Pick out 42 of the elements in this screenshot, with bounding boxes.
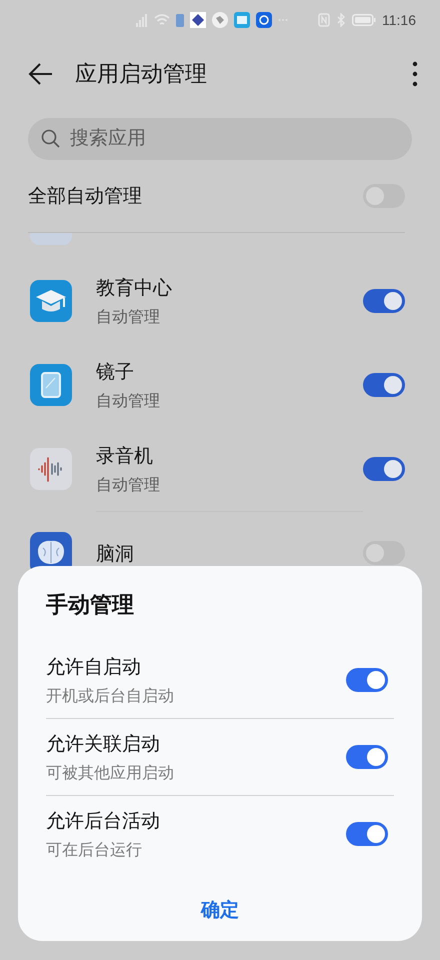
search-icon [40, 128, 62, 150]
app-mode: 自动管理 [96, 476, 161, 496]
mirror-icon [30, 364, 72, 406]
nfc-icon [318, 13, 330, 27]
toggle-switch[interactable] [363, 457, 405, 481]
option-description: 可在后台运行 [46, 840, 143, 860]
toggle-switch[interactable] [363, 373, 405, 397]
app-mode: 自动管理 [96, 392, 161, 412]
app-notification-icon [190, 12, 206, 28]
manage-all-label: 全部自动管理 [28, 185, 142, 209]
option-label: 允许关联启动 [46, 732, 161, 756]
search-field[interactable]: 搜索应用 [28, 118, 412, 160]
toggle-switch[interactable] [363, 289, 405, 313]
more-options-icon[interactable] [412, 61, 418, 87]
option-description: 可被其他应用启动 [46, 764, 175, 784]
app-name: 录音机 [96, 444, 154, 468]
option-description: 开机或后台自启动 [46, 686, 175, 706]
confirm-button[interactable]: 确定 [189, 893, 251, 927]
back-arrow-icon[interactable] [28, 61, 54, 87]
option-label: 允许自启动 [46, 656, 142, 680]
page-title: 应用启动管理 [75, 60, 208, 88]
toggle-switch[interactable] [346, 745, 388, 769]
signal-icon [136, 13, 148, 27]
sound-wave-icon [30, 448, 72, 490]
wifi-icon [154, 13, 170, 27]
dialog-title: 手动管理 [46, 591, 135, 619]
app-name: 镜子 [96, 360, 135, 384]
app-name: 脑洞 [96, 542, 135, 566]
option-label: 允许后台活动 [46, 810, 161, 834]
toggle-switch[interactable] [346, 822, 388, 846]
battery-icon [352, 14, 376, 26]
toggle-switch[interactable] [346, 668, 388, 692]
app-notification-icon [234, 12, 250, 28]
bluetooth-icon [336, 13, 346, 27]
battery-saver-icon [176, 13, 184, 27]
status-time: 11:16 [382, 12, 416, 28]
app-mode: 自动管理 [96, 308, 161, 328]
app-notification-icon [212, 12, 228, 28]
app-notification-icon [256, 12, 272, 28]
graduation-cap-icon [30, 280, 72, 322]
toggle-switch[interactable] [363, 541, 405, 565]
app-name: 教育中心 [96, 276, 173, 300]
